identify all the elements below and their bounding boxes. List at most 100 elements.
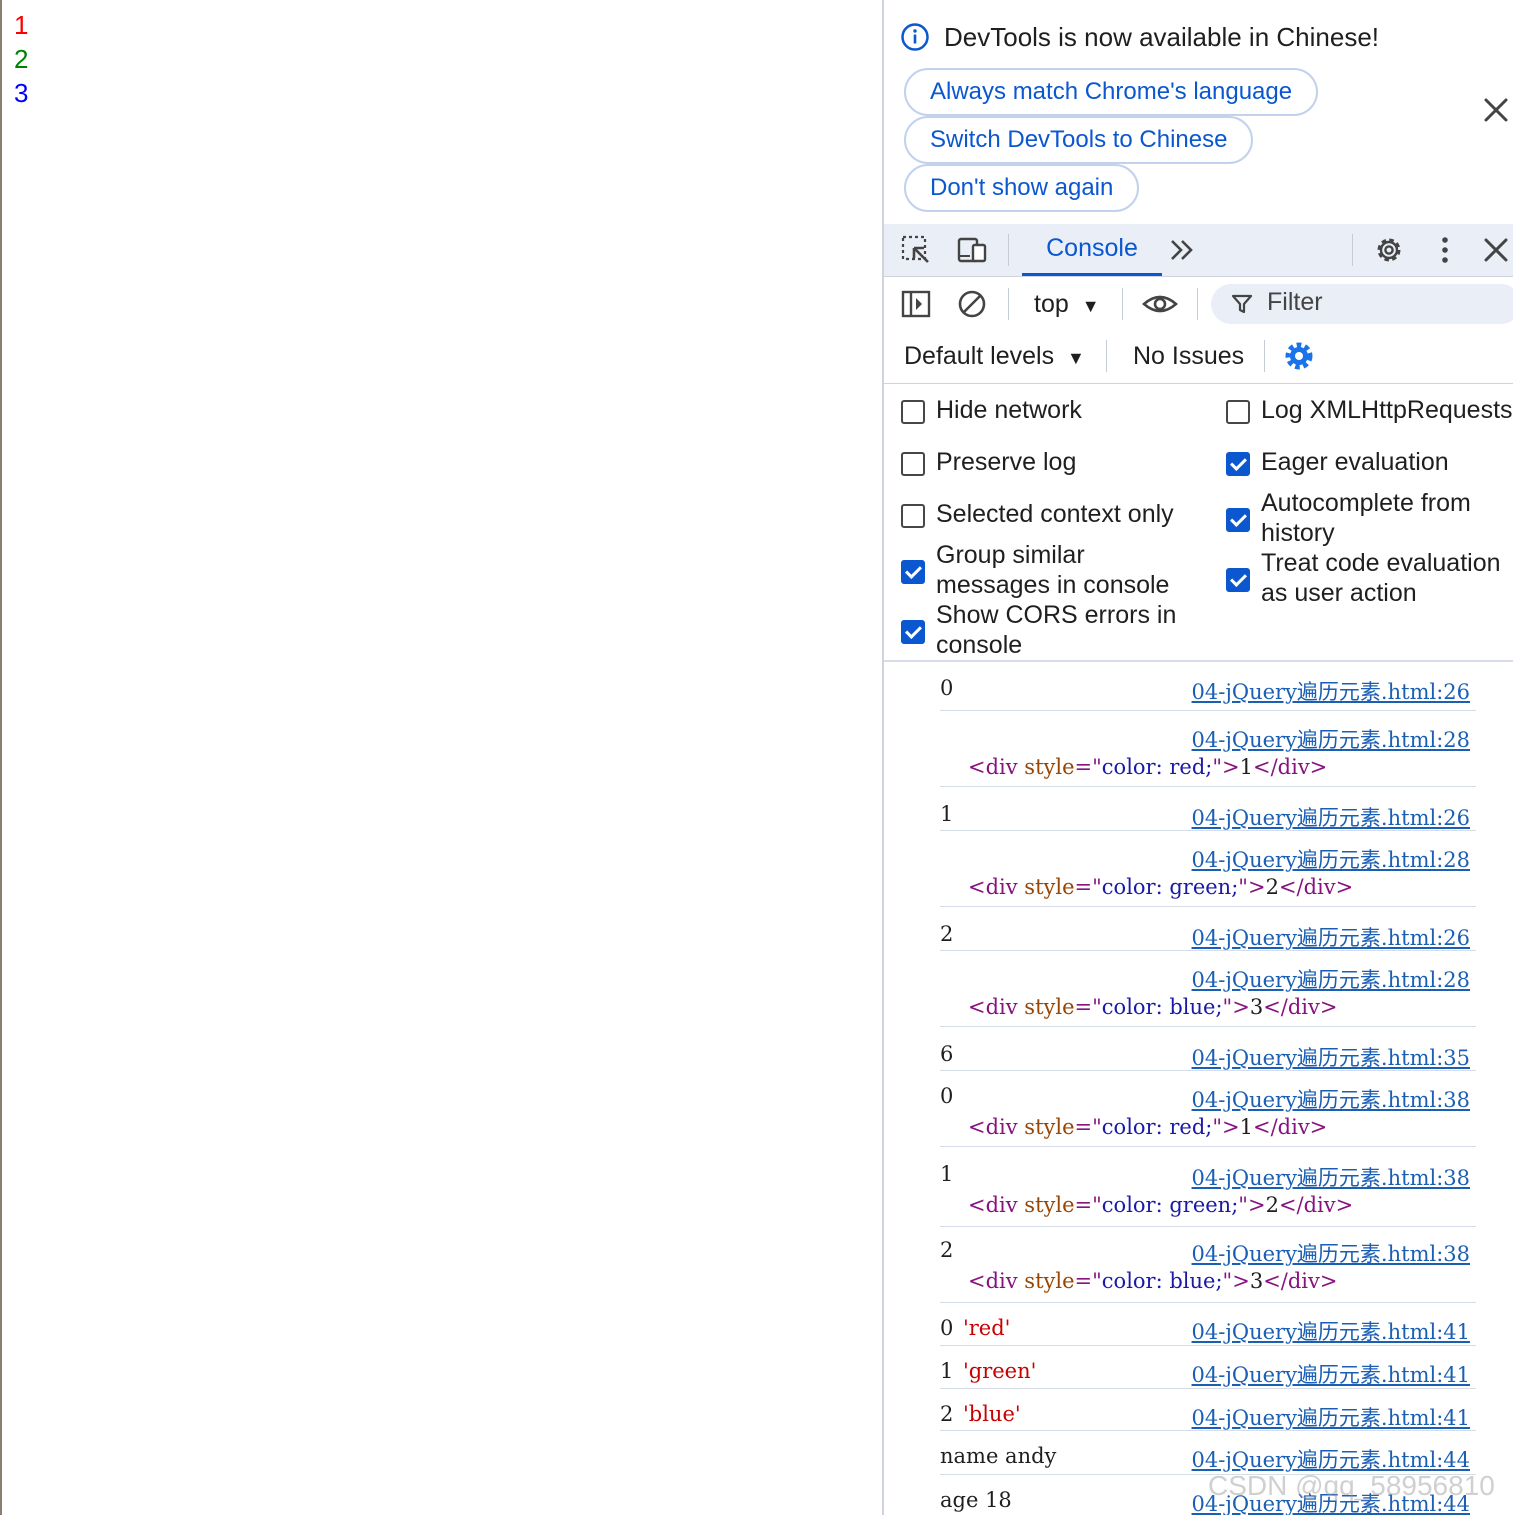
source-link[interactable]: 04-jQuery遍历元素.html:35 — [1192, 1042, 1470, 1072]
source-link[interactable]: 04-jQuery遍历元素.html:28 — [1192, 964, 1470, 994]
html-element-node[interactable]: <div style="color: red;">1</div> — [968, 755, 1327, 779]
html-token-attr: style — [1024, 995, 1075, 1019]
console-string-value: 'blue' — [963, 1402, 1021, 1426]
source-link[interactable]: 04-jQuery遍历元素.html:28 — [1192, 724, 1470, 754]
console-messages: 0 04-jQuery遍历元素.html:26 04-jQuery遍历元素.html… — [884, 662, 1513, 1515]
html-token-close-q: "> — [1212, 1115, 1240, 1139]
console-message: 04-jQuery遍历元素.html:28 <div style="color: … — [940, 830, 1476, 907]
html-token-tag-open: <div — [968, 1269, 1025, 1293]
switch-to-chinese-button[interactable]: Switch DevTools to Chinese — [904, 116, 1254, 164]
toolbar-separator — [1352, 234, 1353, 266]
html-element-node[interactable]: <div style="color: blue;">3</div> — [968, 1269, 1337, 1293]
autocomplete-history-label: Autocomplete from history — [1261, 489, 1471, 547]
html-element-node[interactable]: <div style="color: red;">1</div> — [968, 1115, 1327, 1139]
tab-console[interactable]: Console — [1022, 224, 1162, 276]
hide-network-checkbox[interactable] — [901, 400, 925, 424]
source-link[interactable]: 04-jQuery遍历元素.html:41 — [1192, 1402, 1470, 1432]
preserve-log-label: Preserve log — [936, 448, 1077, 476]
log-xhr-checkbox[interactable] — [1226, 400, 1250, 424]
html-token-attr: style — [1024, 755, 1075, 779]
context-selector-label: top — [1034, 290, 1069, 318]
preserve-log-checkbox[interactable] — [901, 452, 925, 476]
console-message-value: 0 — [940, 1316, 954, 1340]
inspect-element-icon[interactable] — [900, 234, 932, 266]
html-token-eq: =" — [1074, 1193, 1102, 1217]
autocomplete-history-checkbox[interactable] — [1226, 508, 1250, 532]
more-options-kebab-icon[interactable] — [1429, 234, 1461, 266]
console-string-value: 'red' — [963, 1316, 1011, 1340]
log-levels-label: Default levels — [904, 342, 1055, 370]
toolbar-separator — [1197, 288, 1198, 320]
caret-down-icon: ▼ — [1081, 296, 1100, 316]
source-link[interactable]: 04-jQuery遍历元素.html:28 — [1192, 844, 1470, 874]
source-link[interactable]: 04-jQuery遍历元素.html:26 — [1192, 802, 1470, 832]
eager-evaluation-checkbox[interactable] — [1226, 452, 1250, 476]
console-message-value: 2 — [940, 922, 954, 946]
console-message-value: 6 — [940, 1042, 954, 1066]
devtools-tabbar: Console — [884, 224, 1513, 277]
device-toolbar-icon[interactable] — [956, 234, 988, 266]
show-cors-checkbox[interactable] — [901, 620, 925, 644]
language-infobar: DevTools is now available in Chinese! Al… — [884, 0, 1513, 224]
html-token-tag-close: </div> — [1252, 755, 1328, 779]
settings-gear-icon[interactable] — [1373, 234, 1405, 266]
sidebar-toggle-icon[interactable] — [900, 288, 932, 320]
html-element-node[interactable]: <div style="color: green;">2</div> — [968, 1193, 1353, 1217]
issues-counter[interactable]: No Issues — [1133, 342, 1244, 371]
html-token-attr-value: color: blue; — [1101, 995, 1223, 1019]
source-link[interactable]: 04-jQuery遍历元素.html:41 — [1192, 1359, 1470, 1389]
active-tab-indicator — [1022, 273, 1162, 276]
console-message-value: 1 — [940, 802, 954, 826]
close-icon[interactable] — [1481, 95, 1511, 125]
html-token-close-q: "> — [1222, 1269, 1250, 1293]
close-devtools-icon[interactable] — [1480, 234, 1512, 266]
toolbar-separator — [1008, 234, 1009, 266]
console-toolbar: top ▼ Filter — [884, 277, 1513, 331]
filter-input[interactable]: Filter — [1211, 284, 1513, 324]
console-message: 2 'blue' 04-jQuery遍历元素.html:41 — [940, 1388, 1476, 1431]
console-message-value: name andy — [940, 1444, 1057, 1468]
page-div-blue: 3 — [14, 78, 29, 108]
always-match-language-button[interactable]: Always match Chrome's language — [904, 68, 1319, 116]
treat-user-action-label: Treat code evaluation as user action — [1261, 549, 1501, 607]
html-token-attr: style — [1024, 1193, 1075, 1217]
source-link[interactable]: 04-jQuery遍历元素.html:38 — [1192, 1162, 1470, 1192]
dont-show-again-button[interactable]: Don't show again — [904, 164, 1140, 212]
console-message: 0 04-jQuery遍历元素.html:26 — [940, 662, 1476, 711]
console-message-value: 0 — [940, 1084, 954, 1108]
source-link[interactable]: 04-jQuery遍历元素.html:38 — [1192, 1084, 1470, 1114]
html-token-tag-close: </div> — [1252, 1115, 1328, 1139]
live-expression-eye-icon[interactable] — [1142, 288, 1178, 320]
html-token-attr-value: color: red; — [1101, 1115, 1213, 1139]
console-message-value: age 18 — [940, 1488, 1012, 1512]
infobar-message: DevTools is now available in Chinese! — [944, 22, 1380, 52]
console-message: 1 'green' 04-jQuery遍历元素.html:41 — [940, 1345, 1476, 1389]
more-tabs-chevron-icon[interactable] — [1166, 234, 1198, 266]
html-token-tag-close: </div> — [1278, 875, 1354, 899]
html-token-eq: =" — [1074, 995, 1102, 1019]
source-link[interactable]: 04-jQuery遍历元素.html:26 — [1192, 676, 1470, 706]
html-token-text: 2 — [1265, 1193, 1279, 1217]
html-element-node[interactable]: <div style="color: green;">2</div> — [968, 875, 1353, 899]
console-message-value: 2 — [940, 1238, 954, 1262]
html-element-node[interactable]: <div style="color: blue;">3</div> — [968, 995, 1337, 1019]
treat-user-action-checkbox[interactable] — [1226, 568, 1250, 592]
hide-network-label: Hide network — [936, 396, 1082, 424]
log-levels-dropdown[interactable]: Default levels ▼ — [904, 342, 1085, 371]
source-link[interactable]: 04-jQuery遍历元素.html:38 — [1192, 1238, 1470, 1268]
console-message: name andy 04-jQuery遍历元素.html:44 — [940, 1430, 1476, 1475]
info-icon — [901, 23, 929, 51]
eager-evaluation-label: Eager evaluation — [1261, 448, 1449, 476]
source-link[interactable]: 04-jQuery遍历元素.html:26 — [1192, 922, 1470, 952]
context-selector[interactable]: top ▼ — [1034, 290, 1100, 319]
html-token-eq: =" — [1074, 1269, 1102, 1293]
group-similar-checkbox[interactable] — [901, 560, 925, 584]
source-link[interactable]: 04-jQuery遍历元素.html:41 — [1192, 1316, 1470, 1346]
selected-context-label: Selected context only — [936, 500, 1174, 528]
selected-context-checkbox[interactable] — [901, 504, 925, 528]
clear-console-icon[interactable] — [956, 288, 988, 320]
html-token-eq: =" — [1074, 1115, 1102, 1139]
html-token-eq: =" — [1074, 875, 1102, 899]
console-settings-gear-icon[interactable] — [1283, 340, 1315, 372]
caret-down-icon: ▼ — [1067, 348, 1085, 368]
